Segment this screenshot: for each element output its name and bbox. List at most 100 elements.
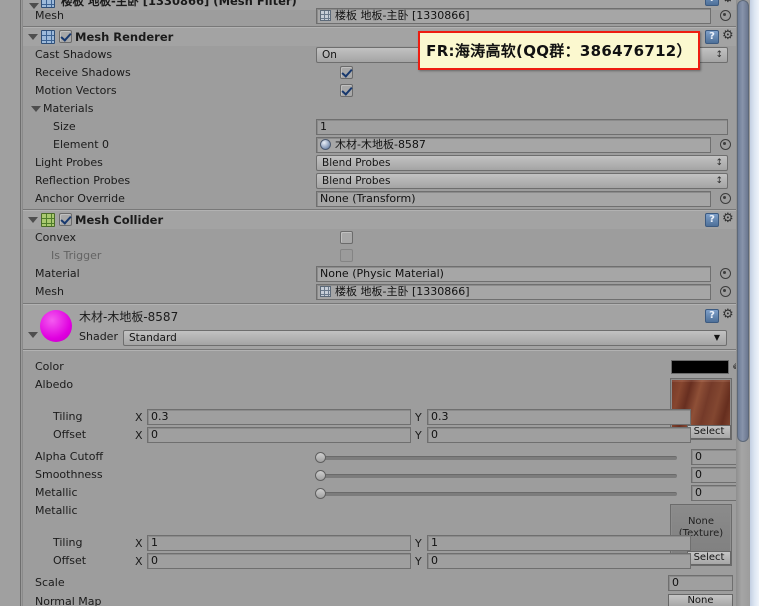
help-icon[interactable]: ?: [705, 309, 719, 323]
mesh-filter-mesh-field[interactable]: 楼板 地板-主卧 [1330866]: [316, 8, 711, 24]
metallic-select-button[interactable]: Select: [687, 551, 731, 565]
gutter-divider: [20, 0, 21, 606]
albedo-tiling-x-axis: X: [135, 411, 143, 424]
metallic-tiling-x-field[interactable]: 1: [147, 535, 411, 551]
mesh-renderer-icon: [41, 30, 55, 44]
metallic-offset-x-axis: X: [135, 555, 143, 568]
chevron-down-icon: ▼: [713, 333, 720, 342]
collider-mesh-picker[interactable]: [719, 285, 732, 298]
receive-shadows-checkbox[interactable]: [340, 66, 353, 79]
gear-icon[interactable]: ⚙: [722, 212, 736, 226]
gear-icon[interactable]: ⚙: [722, 0, 736, 6]
normal-map-texture-slot[interactable]: None: [668, 594, 733, 606]
materials-element0-label: Element 0: [53, 138, 110, 151]
watermark-tooltip: FR:海涛高软(QQ群：386476712）: [418, 31, 700, 70]
mesh-filter-mesh-picker[interactable]: [719, 9, 732, 22]
cast-shadows-value: On: [322, 49, 337, 61]
metallic-tiling-y-field[interactable]: 1: [427, 535, 691, 551]
mesh-collider-header[interactable]: Mesh Collider ? ⚙: [23, 211, 736, 229]
albedo-tiling-y-axis: Y: [415, 411, 422, 424]
is-trigger-checkbox: [340, 249, 353, 262]
separator-4-light: [23, 350, 736, 351]
metallic-slider-track[interactable]: [319, 492, 677, 496]
mesh-renderer-enabled-checkbox[interactable]: [59, 30, 72, 43]
anchor-override-picker[interactable]: [719, 192, 732, 205]
material-header: 木材-木地板-8587 Shader Standard ▼ ? ⚙: [23, 305, 736, 349]
shader-dropdown[interactable]: Standard ▼: [123, 330, 727, 346]
materials-element0-field[interactable]: 木材-木地板-8587: [316, 137, 711, 153]
albedo-offset-y-axis: Y: [415, 429, 422, 442]
albedo-tiling-x-field[interactable]: 0.3: [147, 409, 411, 425]
albedo-offset-x-field[interactable]: 0: [147, 427, 411, 443]
albedo-offset-x-axis: X: [135, 429, 143, 442]
gear-icon[interactable]: ⚙: [722, 29, 736, 43]
materials-foldout-icon[interactable]: [31, 106, 41, 112]
metallic-offset-y-field[interactable]: 0: [427, 553, 691, 569]
albedo-offset-label: Offset: [53, 428, 87, 441]
albedo-tiling-y-field[interactable]: 0.3: [427, 409, 691, 425]
material-name: 木材-木地板-8587: [79, 310, 179, 324]
scale-label: Scale: [35, 576, 65, 589]
mesh-collider-foldout-icon[interactable]: [28, 217, 38, 223]
mesh-filter-mesh-label: Mesh: [35, 9, 64, 22]
smoothness-field[interactable]: 0: [691, 467, 736, 483]
mesh-icon: [320, 286, 331, 297]
materials-label: Materials: [43, 102, 94, 115]
reflection-probes-dropdown[interactable]: Blend Probes ↕: [316, 173, 728, 189]
vertical-scrollbar-thumb[interactable]: [737, 0, 749, 442]
metallic-offset-label: Offset: [53, 554, 87, 567]
alpha-cutoff-slider-track[interactable]: [319, 456, 677, 460]
cast-shadows-label: Cast Shadows: [35, 48, 113, 61]
metallic-tiling-y-axis: Y: [415, 537, 422, 550]
materials-size-label: Size: [53, 120, 76, 133]
gear-icon[interactable]: ⚙: [722, 308, 736, 322]
smoothness-slider-knob[interactable]: [315, 470, 326, 481]
metallic-field[interactable]: 0: [691, 485, 736, 501]
collider-mesh-field[interactable]: 楼板 地板-主卧 [1330866]: [316, 284, 711, 300]
smoothness-slider-track[interactable]: [319, 474, 677, 478]
color-swatch[interactable]: [671, 360, 729, 374]
alpha-cutoff-slider-knob[interactable]: [315, 452, 326, 463]
window-right-edge: [750, 0, 759, 606]
material-icon: [320, 139, 331, 150]
albedo-offset-y-field[interactable]: 0: [427, 427, 691, 443]
convex-checkbox[interactable]: [340, 231, 353, 244]
motion-vectors-label: Motion Vectors: [35, 84, 117, 97]
shader-label: Shader: [79, 330, 118, 343]
motion-vectors-checkbox[interactable]: [340, 84, 353, 97]
material-preview-sphere: [40, 310, 72, 342]
collider-mesh-label: Mesh: [35, 285, 64, 298]
alpha-cutoff-field[interactable]: 0: [691, 449, 736, 465]
material-foldout-icon[interactable]: [28, 332, 38, 338]
mesh-renderer-foldout-icon[interactable]: [28, 34, 38, 40]
help-icon[interactable]: ?: [705, 0, 719, 6]
anchor-override-field[interactable]: None (Transform): [316, 191, 711, 207]
materials-element0-picker[interactable]: [719, 138, 732, 151]
unity-inspector-window: 楼板 地板-主卧 [1330866] (Mesh Filter) ? ⚙ Mes…: [0, 0, 759, 606]
light-probes-dropdown[interactable]: Blend Probes ↕: [316, 155, 728, 171]
metallic-offset-y-axis: Y: [415, 555, 422, 568]
collider-material-field[interactable]: None (Physic Material): [316, 266, 711, 282]
collider-material-picker[interactable]: [719, 267, 732, 280]
albedo-tiling-label: Tiling: [53, 410, 83, 423]
mesh-collider-enabled-checkbox[interactable]: [59, 213, 72, 226]
materials-size-field[interactable]: 1: [316, 119, 728, 135]
metallic-texture-line1: None: [687, 516, 715, 527]
metallic-offset-x-field[interactable]: 0: [147, 553, 411, 569]
mesh-icon: [320, 10, 331, 21]
chevron-updown-icon: ↕: [715, 158, 723, 168]
albedo-select-button[interactable]: Select: [687, 425, 731, 439]
help-icon[interactable]: ?: [705, 30, 719, 44]
chevron-updown-icon: ↕: [715, 176, 723, 186]
scale-field[interactable]: 0: [668, 575, 733, 591]
reflection-probes-value: Blend Probes: [322, 175, 391, 187]
collider-mesh-value: 楼板 地板-主卧 [1330866]: [335, 285, 470, 298]
left-gutter: [0, 0, 20, 606]
albedo-label: Albedo: [35, 378, 74, 391]
reflection-probes-label: Reflection Probes: [35, 174, 131, 187]
mesh-filter-mesh-value: 楼板 地板-主卧 [1330866]: [335, 9, 470, 22]
help-icon[interactable]: ?: [705, 213, 719, 227]
row-mesh-filter-mesh: Mesh 楼板 地板-主卧 [1330866]: [23, 7, 736, 25]
metallic-slider-knob[interactable]: [315, 488, 326, 499]
is-trigger-label: Is Trigger: [51, 249, 102, 262]
